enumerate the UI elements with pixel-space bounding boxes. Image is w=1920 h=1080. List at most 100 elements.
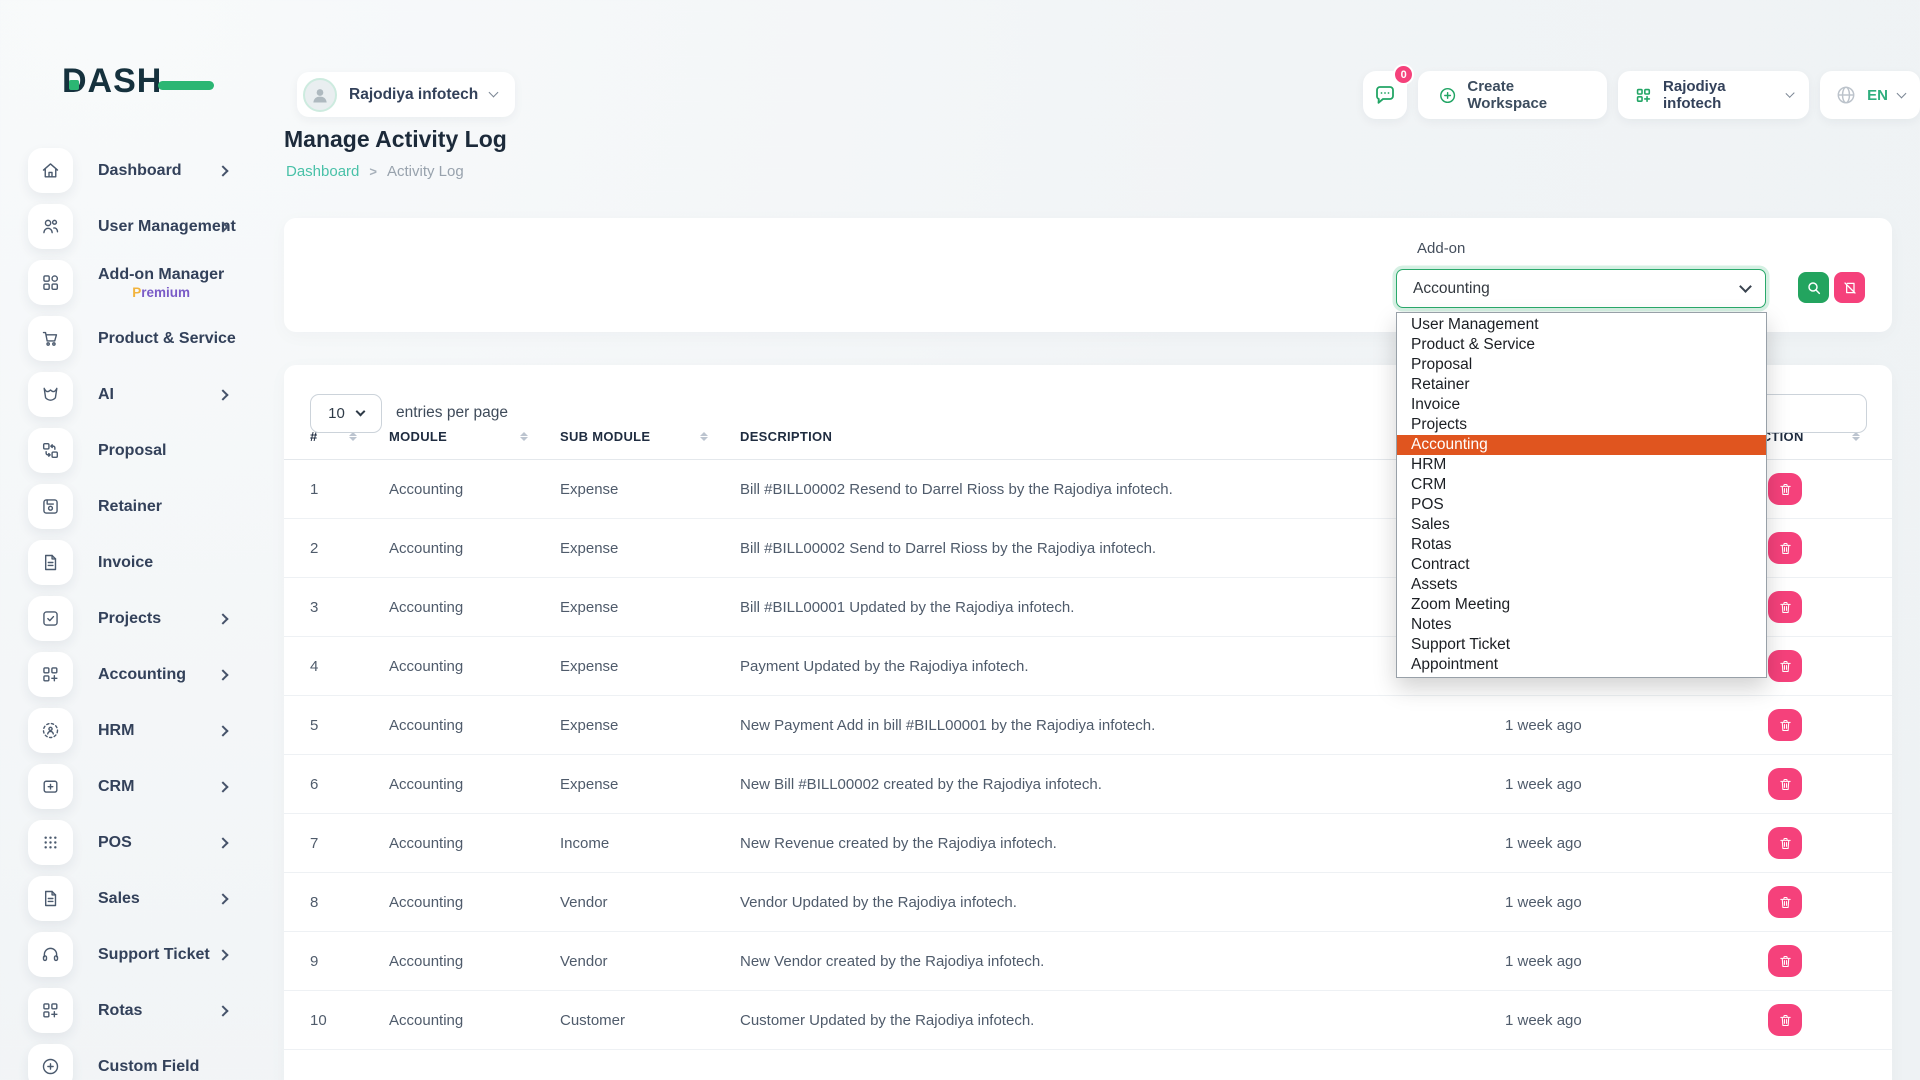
cell-description: New Payment Add in bill #BILL00001 by th… (740, 717, 1505, 734)
cell-sub-module: Customer (560, 1012, 740, 1029)
delete-button[interactable] (1768, 591, 1802, 623)
cell-date: 1 week ago (1505, 717, 1752, 734)
gridplus-icon (28, 652, 73, 697)
sidebar-item[interactable]: Product & Service (0, 316, 281, 361)
topbar-actions: 0 Create Workspace Rajodiya infotech EN (1363, 71, 1920, 119)
delete-button[interactable] (1768, 473, 1802, 505)
dropdown-option[interactable]: Appointment (1397, 655, 1766, 675)
dropdown-option[interactable]: Retainer (1397, 375, 1766, 395)
table-row: 7 Accounting Income New Revenue created … (284, 814, 1892, 873)
delete-button[interactable] (1768, 827, 1802, 859)
chevron-right-icon (217, 669, 228, 680)
cell-module: Accounting (389, 1012, 560, 1029)
delete-button[interactable] (1768, 532, 1802, 564)
language-selector[interactable]: EN (1820, 71, 1920, 119)
workspace-selector[interactable]: Rajodiya infotech (297, 72, 515, 117)
addon-select[interactable]: Accounting (1396, 269, 1766, 308)
sidebar-item[interactable]: Support Ticket (0, 932, 281, 977)
clear-filter-button[interactable] (1834, 272, 1865, 303)
chevron-right-icon (217, 837, 228, 848)
dropdown-option[interactable]: Projects (1397, 415, 1766, 435)
entries-per-page-select[interactable]: 10 (310, 394, 382, 433)
sort-icon (520, 428, 528, 445)
sidebar-item[interactable]: Custom Field (0, 1044, 281, 1080)
dropdown-option[interactable]: Sales (1397, 515, 1766, 535)
sidebar-item[interactable]: AI (0, 372, 281, 417)
delete-button[interactable] (1768, 709, 1802, 741)
cell-number: 4 (310, 658, 389, 675)
dropdown-option[interactable]: Rotas (1397, 535, 1766, 555)
sidebar-item[interactable]: Projects (0, 596, 281, 641)
sidebar-item[interactable]: CRM (0, 764, 281, 809)
premium-badge: Premium (98, 285, 224, 300)
trash-icon (1778, 482, 1793, 497)
breadcrumb-dashboard-link[interactable]: Dashboard (286, 163, 359, 180)
dropdown-option[interactable]: POS (1397, 495, 1766, 515)
sidebar-menu: Dashboard User Management Add-on Manager (0, 148, 281, 1080)
delete-button[interactable] (1768, 945, 1802, 977)
dropdown-option[interactable]: Accounting (1397, 435, 1766, 455)
addon-dropdown-list: User Management Product & Service Propos… (1396, 312, 1767, 678)
delete-button[interactable] (1768, 650, 1802, 682)
chevron-right-icon (217, 893, 228, 904)
create-workspace-button[interactable]: Create Workspace (1418, 71, 1607, 119)
sidebar-item[interactable]: Accounting (0, 652, 281, 697)
sidebar-item-label: Rotas (98, 1002, 142, 1019)
workspace-name: Rajodiya infotech (349, 86, 478, 104)
cell-number: 2 (310, 540, 389, 557)
column-header[interactable]: SUB MODULE (560, 428, 740, 445)
sidebar-item[interactable]: HRM (0, 708, 281, 753)
cell-date: 1 week ago (1505, 894, 1752, 911)
table-row: 6 Accounting Expense New Bill #BILL00002… (284, 755, 1892, 814)
dropdown-option[interactable]: Invoice (1397, 395, 1766, 415)
dropdown-option[interactable]: Contract (1397, 555, 1766, 575)
chevron-down-icon (489, 88, 499, 98)
sidebar-item[interactable]: Retainer (0, 484, 281, 529)
grid-icon (28, 260, 73, 305)
cell-module: Accounting (389, 953, 560, 970)
column-header[interactable]: MODULE (389, 428, 560, 445)
sidebar-item[interactable]: POS (0, 820, 281, 865)
chevron-down-icon (1739, 280, 1752, 293)
cell-number: 5 (310, 717, 389, 734)
sidebar-item[interactable]: Rotas (0, 988, 281, 1033)
column-header[interactable]: DESCRIPTION (740, 428, 1505, 445)
workspace-avatar (303, 78, 337, 112)
trash-icon (1778, 777, 1793, 792)
cell-number: 7 (310, 835, 389, 852)
dropdown-option[interactable]: HRM (1397, 455, 1766, 475)
delete-button[interactable] (1768, 768, 1802, 800)
cell-description: Payment Updated by the Rajodiya infotech… (740, 658, 1505, 675)
dropdown-option[interactable]: Notes (1397, 615, 1766, 635)
dots-icon (28, 820, 73, 865)
sidebar-item[interactable]: Sales (0, 876, 281, 921)
breadcrumb-current: Activity Log (387, 163, 464, 180)
sidebar-item-label: Accounting (98, 666, 186, 683)
delete-button[interactable] (1768, 886, 1802, 918)
apply-filter-button[interactable] (1798, 272, 1829, 303)
sidebar-item[interactable]: User Management (0, 204, 281, 249)
cell-number: 8 (310, 894, 389, 911)
dropdown-option[interactable]: Product & Service (1397, 335, 1766, 355)
cell-sub-module: Expense (560, 776, 740, 793)
cell-number: 3 (310, 599, 389, 616)
dropdown-option[interactable]: CRM (1397, 475, 1766, 495)
app-logo[interactable]: DASH (62, 62, 212, 108)
dropdown-option[interactable]: User Management (1397, 315, 1766, 335)
sidebar-item-label: Retainer (98, 498, 162, 515)
sidebar-item[interactable]: Invoice (0, 540, 281, 585)
sidebar-item[interactable]: Add-on Manager Premium (0, 260, 281, 305)
sort-icon (700, 428, 708, 445)
sidebar-item[interactable]: Dashboard (0, 148, 281, 193)
dropdown-option[interactable]: Support Ticket (1397, 635, 1766, 655)
delete-button[interactable] (1768, 1004, 1802, 1036)
dropdown-option[interactable]: Assets (1397, 575, 1766, 595)
sidebar-item[interactable]: Proposal (0, 428, 281, 473)
cell-description: Bill #BILL00002 Send to Darrel Rioss by … (740, 540, 1505, 557)
cardplus-icon (28, 764, 73, 809)
dropdown-option[interactable]: Zoom Meeting (1397, 595, 1766, 615)
company-menu[interactable]: Rajodiya infotech (1618, 71, 1809, 119)
messages-button[interactable]: 0 (1363, 71, 1407, 119)
cell-module: Accounting (389, 481, 560, 498)
dropdown-option[interactable]: Proposal (1397, 355, 1766, 375)
